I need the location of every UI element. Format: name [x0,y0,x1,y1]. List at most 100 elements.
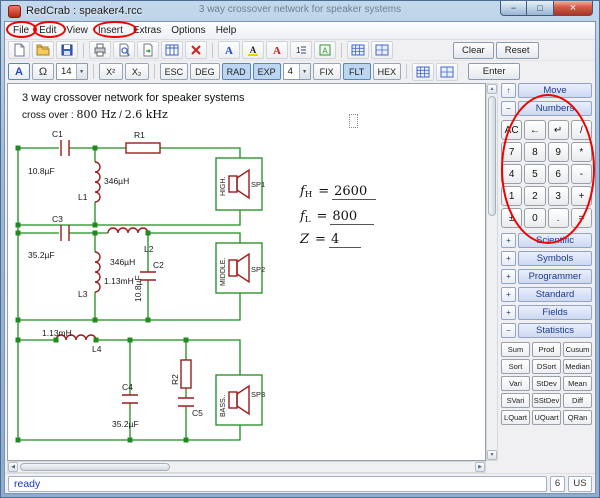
digits-combo[interactable]: 4 ▼ [283,63,311,80]
rad-button[interactable]: RAD [222,63,251,80]
superscript-button[interactable]: X² [99,63,123,80]
key-backspace[interactable]: ← [524,120,545,140]
panel-standard-label[interactable]: Standard [518,287,592,302]
stat-dsort[interactable]: DSort [532,359,561,374]
stat-sum[interactable]: Sum [501,342,530,357]
combo-arrow-icon[interactable]: ▼ [299,64,310,79]
vertical-scroll-thumb[interactable] [488,96,496,216]
hex-button[interactable]: HEX [373,63,402,80]
stat-qran[interactable]: QRan [563,410,592,425]
panel-move-label[interactable]: Move [518,83,592,98]
scroll-down-icon[interactable]: ▼ [487,450,497,460]
grid-large-button[interactable] [371,41,393,59]
exp-button[interactable]: EXP [253,63,281,80]
symbol-omega-button[interactable]: Ω [32,63,54,80]
minimize-button[interactable]: − [500,1,527,16]
print-preview-button[interactable] [113,41,135,59]
stat-vari[interactable]: Vari [501,376,530,391]
key-2[interactable]: 2 [524,186,545,206]
formula-fh-value[interactable]: 2600 [332,184,376,200]
delete-button[interactable] [185,41,207,59]
open-button[interactable] [32,41,54,59]
key-multiply[interactable]: * [571,142,592,162]
combo-arrow-icon[interactable]: ▼ [76,64,87,79]
key-9[interactable]: 9 [548,142,569,162]
numbered-list-button[interactable]: 1 [290,41,312,59]
symbols-expand-button[interactable]: + [501,251,516,266]
panel-programmer-label[interactable]: Programmer [518,269,592,284]
font-button[interactable]: A [8,63,30,80]
statistics-collapse-button[interactable]: − [501,323,516,338]
char-frame-button[interactable]: A [314,41,336,59]
stat-median[interactable]: Median [563,359,592,374]
key-equals[interactable]: = [571,208,592,228]
panel-fields-label[interactable]: Fields [518,305,592,320]
programmer-expand-button[interactable]: + [501,269,516,284]
vertical-scrollbar[interactable]: ▲ ▼ [486,83,498,461]
font-color-blue-button[interactable]: A [218,41,240,59]
panel-statistics-label[interactable]: Statistics [518,323,592,338]
clear-button[interactable]: Clear [453,42,494,59]
key-subtract[interactable]: - [571,164,592,184]
stat-mean[interactable]: Mean [563,376,592,391]
key-decimal[interactable]: . [548,208,569,228]
panel-numbers-label[interactable]: Numbers [518,101,592,116]
key-8[interactable]: 8 [524,142,545,162]
menu-options[interactable]: Options [166,23,210,38]
stat-svari[interactable]: SVari [501,393,530,408]
horizontal-scrollbar[interactable]: ◀ ▶ [7,461,486,473]
esc-button[interactable]: ESC [160,63,189,80]
worksheet-canvas[interactable]: 3 way crossover network for speaker syst… [7,83,486,461]
panel-scientific-label[interactable]: Scientific [518,233,592,248]
font-color-red-button[interactable]: A [266,41,288,59]
subscript-button[interactable]: X₂ [125,63,149,80]
insert-table-button[interactable] [161,41,183,59]
key-enter[interactable]: ↵ [548,120,569,140]
key-add[interactable]: + [571,186,592,206]
stat-lquart[interactable]: LQuart [501,410,530,425]
stat-diff[interactable]: Diff [563,393,592,408]
formula-fl-value[interactable]: 800 [330,209,374,225]
key-ac[interactable]: AC [501,120,522,140]
scroll-up-icon[interactable]: ▲ [487,84,497,94]
font-highlight-button[interactable]: A [242,41,264,59]
key-7[interactable]: 7 [501,142,522,162]
key-divide[interactable]: / [571,120,592,140]
new-button[interactable] [8,41,30,59]
grid-small-button[interactable] [347,41,369,59]
fix-button[interactable]: FIX [313,63,341,80]
key-1[interactable]: 1 [501,186,522,206]
stat-prod[interactable]: Prod [532,342,561,357]
move-arrow-button[interactable]: ↑ [501,83,516,98]
key-plusminus[interactable]: ± [501,208,522,228]
stat-uquart[interactable]: UQuart [532,410,561,425]
menu-help[interactable]: Help [211,23,242,38]
key-0[interactable]: 0 [524,208,545,228]
stat-sort[interactable]: Sort [501,359,530,374]
matrix-large-button[interactable] [436,63,458,81]
formula-z-value[interactable]: 4 [329,232,361,248]
enter-button[interactable]: Enter [468,63,520,80]
key-3[interactable]: 3 [548,186,569,206]
maximize-button[interactable]: □ [527,1,553,16]
menu-view[interactable]: View [61,23,93,38]
close-button[interactable]: × [553,1,593,16]
horizontal-scroll-thumb[interactable] [20,463,170,471]
flt-button[interactable]: FLT [343,63,371,80]
save-button[interactable] [56,41,78,59]
scroll-left-icon[interactable]: ◀ [8,462,18,472]
panel-symbols-label[interactable]: Symbols [518,251,592,266]
fields-expand-button[interactable]: + [501,305,516,320]
status-language[interactable]: US [568,476,592,492]
font-size-combo[interactable]: 14 ▼ [56,63,88,80]
key-6[interactable]: 6 [548,164,569,184]
menu-extras[interactable]: Extras [128,23,166,38]
export-button[interactable] [137,41,159,59]
key-5[interactable]: 5 [524,164,545,184]
scientific-expand-button[interactable]: + [501,233,516,248]
stat-stdev[interactable]: StDev [532,376,561,391]
deg-button[interactable]: DEG [190,63,220,80]
circuit-diagram[interactable]: C1 10.8µF R1 L1 346µH C3 35.2µF L2 346µH… [8,84,486,461]
scroll-right-icon[interactable]: ▶ [475,462,485,472]
menu-file[interactable]: File [8,23,34,38]
